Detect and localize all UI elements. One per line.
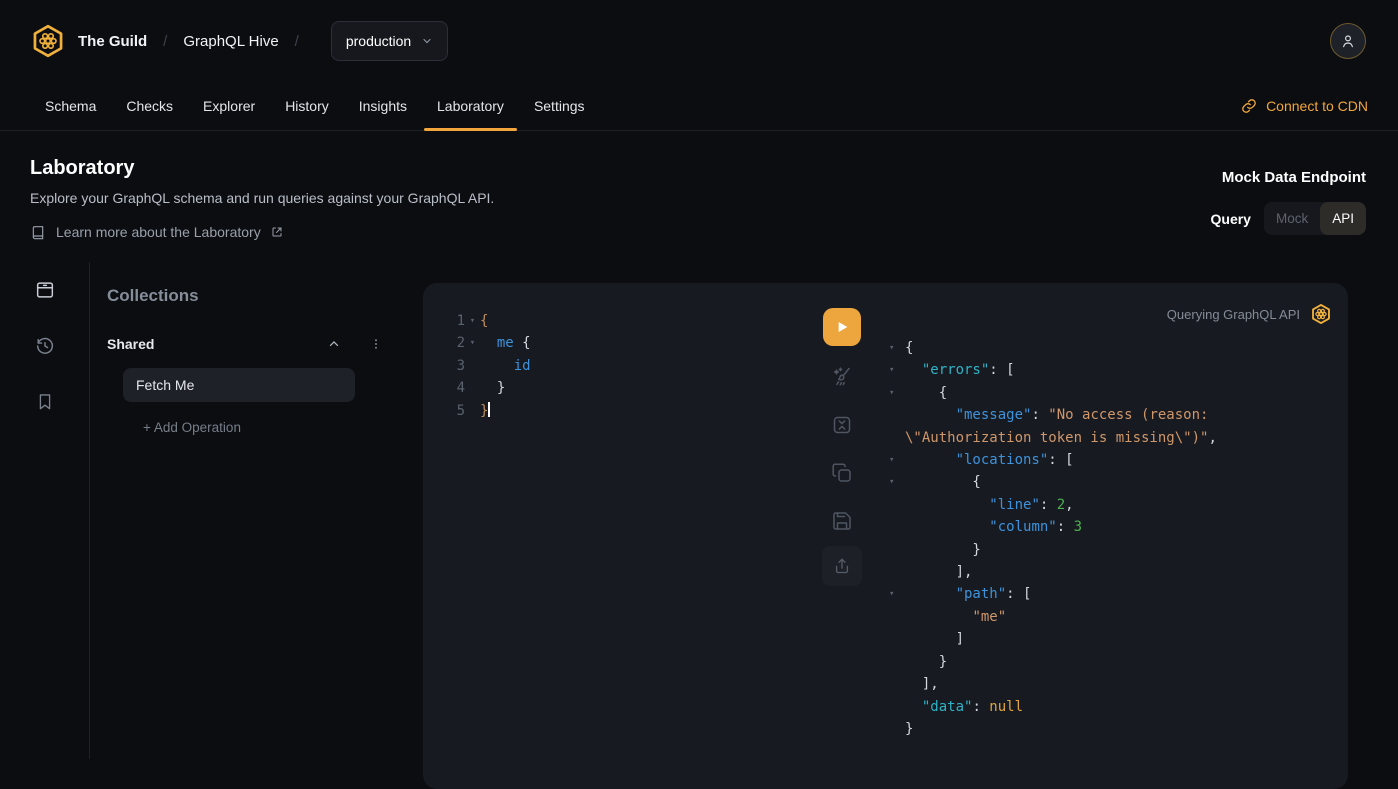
copy-icon [830, 461, 854, 485]
page-description: Explore your GraphQL schema and run quer… [30, 190, 1211, 206]
target-selector-button[interactable]: production [331, 21, 448, 61]
chevron-down-icon [421, 35, 433, 47]
page-head: Laboratory Explore your GraphQL schema a… [0, 131, 1398, 240]
response-header: Querying GraphQL API [1167, 303, 1332, 325]
response-endpoint-label: Querying GraphQL API [1167, 307, 1300, 322]
breadcrumb-project[interactable]: GraphQL Hive [183, 33, 278, 50]
merge-fragments-button[interactable] [830, 413, 854, 437]
app-header: The Guild / GraphQL Hive / production [0, 0, 1398, 82]
learn-more-link[interactable]: Learn more about the Laboratory [30, 224, 1211, 240]
mock-endpoint-title: Mock Data Endpoint [1211, 169, 1367, 186]
tab-schema[interactable]: Schema [30, 82, 111, 130]
share-icon [832, 556, 852, 576]
breadcrumb-separator: / [163, 33, 167, 50]
prettify-button[interactable] [830, 365, 854, 389]
toggle-option-mock[interactable]: Mock [1264, 202, 1320, 235]
book-icon [30, 224, 46, 240]
group-menu-icon[interactable] [369, 337, 383, 351]
tab-settings[interactable]: Settings [519, 82, 600, 130]
share-operation-button[interactable] [822, 546, 862, 586]
toggle-option-api[interactable]: API [1320, 202, 1366, 235]
tab-laboratory[interactable]: Laboratory [422, 82, 519, 130]
breadcrumb-separator: / [295, 33, 299, 50]
operation-item-fetch-me[interactable]: Fetch Me [123, 368, 355, 402]
execute-query-button[interactable] [823, 308, 861, 346]
collection-group-shared[interactable]: Shared [107, 336, 383, 352]
collections-heading: Collections [107, 286, 425, 306]
add-operation-button[interactable]: + Add Operation [143, 420, 425, 435]
main-nav: Schema Checks Explorer History Insights … [0, 82, 1398, 131]
response-viewer[interactable]: ▾{▾ "errors": [▾ { "message": "No access… [880, 337, 1217, 740]
collections-panel: Collections Shared Fetch Me + Add Operat… [90, 262, 425, 435]
save-button[interactable] [830, 509, 854, 533]
play-icon [834, 319, 850, 335]
left-icon-rail [0, 262, 90, 759]
graphiql-editor-panel: 1▾{2▾ me {3 id4 }5} [423, 283, 1348, 789]
query-label: Query [1211, 211, 1251, 227]
query-editor[interactable]: 1▾{2▾ me {3 id4 }5} [453, 310, 531, 422]
user-avatar[interactable] [1330, 23, 1366, 59]
target-selector-value: production [346, 33, 411, 49]
tab-checks[interactable]: Checks [111, 82, 188, 130]
collections-icon [34, 279, 56, 301]
tab-history[interactable]: History [270, 82, 344, 130]
tab-explorer[interactable]: Explorer [188, 82, 270, 130]
page-title: Laboratory [30, 157, 1211, 180]
bookmarks-icon [35, 392, 55, 412]
save-icon [830, 509, 854, 533]
history-icon [34, 335, 56, 357]
breadcrumb-org[interactable]: The Guild [78, 33, 147, 50]
collection-group-label: Shared [107, 336, 327, 352]
rail-collections-button[interactable] [0, 262, 89, 318]
rail-history-button[interactable] [0, 318, 89, 374]
laboratory-main: Collections Shared Fetch Me + Add Operat… [0, 262, 1398, 759]
external-link-icon [271, 226, 283, 238]
chevron-up-icon[interactable] [327, 337, 341, 351]
chain-link-icon [1241, 98, 1257, 114]
endpoint-toggle: Mock API [1264, 202, 1366, 235]
connect-to-cdn-link[interactable]: Connect to CDN [1241, 82, 1368, 130]
copy-query-button[interactable] [830, 461, 854, 485]
hive-logo-small-icon [1310, 303, 1332, 325]
prettify-icon [830, 365, 854, 389]
rail-bookmarks-button[interactable] [0, 374, 89, 430]
hive-logo-icon[interactable] [30, 23, 66, 59]
person-icon [1339, 32, 1357, 50]
merge-fragments-icon [830, 413, 854, 437]
tab-insights[interactable]: Insights [344, 82, 422, 130]
